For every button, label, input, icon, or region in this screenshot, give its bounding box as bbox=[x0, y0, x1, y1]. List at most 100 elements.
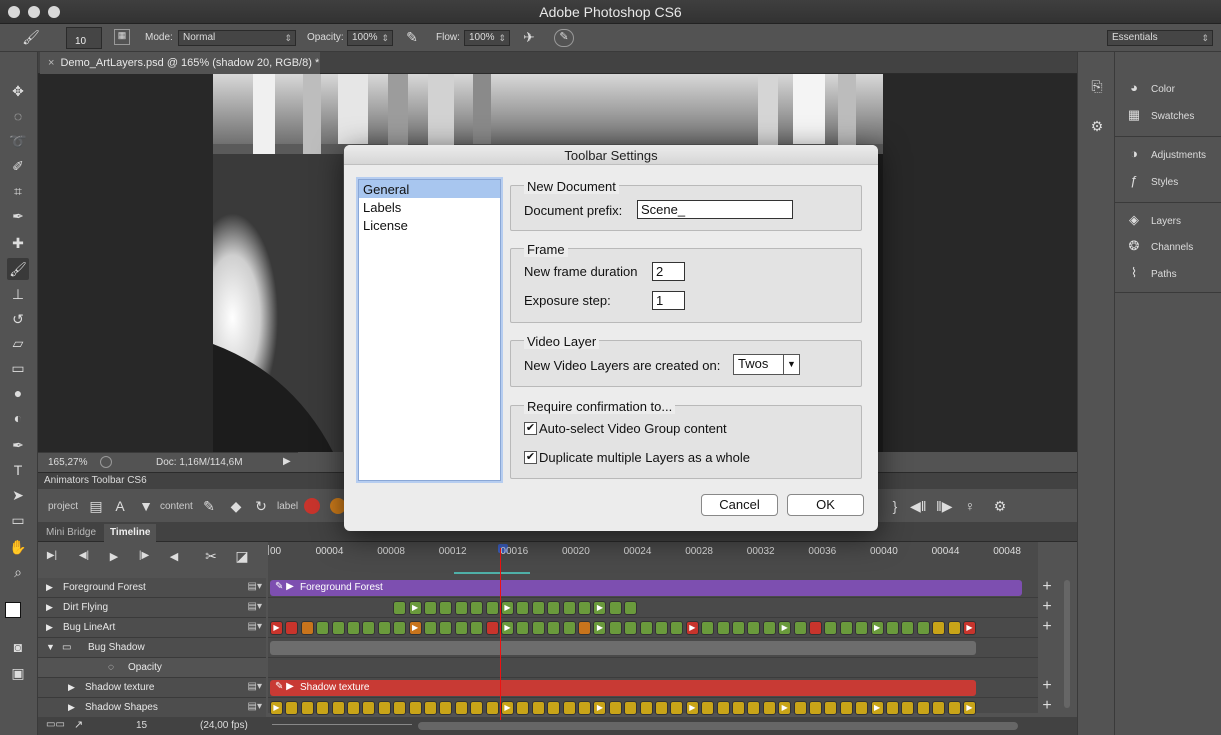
frame-cell[interactable] bbox=[578, 621, 591, 635]
nav-item-labels[interactable]: Labels bbox=[359, 198, 500, 216]
frame-cell[interactable] bbox=[516, 601, 530, 615]
pressure-size-icon[interactable]: ✎ bbox=[554, 29, 574, 47]
frame-cell[interactable]: ▶ bbox=[593, 701, 607, 715]
frame-cell[interactable] bbox=[916, 701, 930, 715]
chevron-right-icon[interactable]: ▶ bbox=[46, 582, 53, 593]
zoom-slider[interactable] bbox=[272, 719, 412, 725]
frame-cell[interactable]: ▶ bbox=[501, 701, 514, 715]
frame-cell[interactable]: ▶ bbox=[963, 701, 976, 715]
frame-cell[interactable]: ▶ bbox=[778, 621, 792, 635]
timeline-layer-row[interactable]: ▶ Dirt Flying ▤▾ bbox=[38, 598, 266, 618]
frame-cell[interactable]: ▶ bbox=[870, 701, 884, 715]
pen-tool-icon[interactable]: ✒ bbox=[7, 434, 29, 456]
timeline-track[interactable]: ▶ ▶ ▶ ▶ ▶ ▶ ▶ ▶ bbox=[268, 618, 1038, 638]
frame-cell[interactable]: ▶ bbox=[778, 701, 792, 715]
frame-cell[interactable] bbox=[916, 621, 930, 635]
vertical-scrollbar[interactable] bbox=[1064, 580, 1070, 708]
convert-arrow-icon[interactable]: ↗ bbox=[74, 718, 83, 731]
frame-cell[interactable] bbox=[762, 701, 776, 715]
frame-cell[interactable] bbox=[732, 621, 745, 635]
quick-mask-icon[interactable]: ◙ bbox=[7, 636, 29, 658]
new-document-icon[interactable]: ▤ bbox=[88, 498, 104, 515]
frame-cell[interactable] bbox=[285, 701, 299, 715]
document-prefix-input[interactable]: Scene_ bbox=[637, 200, 793, 219]
add-media-icon[interactable]: + bbox=[1040, 578, 1054, 596]
brush-panel-icon[interactable]: ▦ bbox=[114, 29, 130, 45]
frame-cell[interactable] bbox=[824, 621, 838, 635]
mode-select[interactable]: Normal bbox=[178, 30, 296, 46]
panel-channels[interactable]: ❂ Channels bbox=[1125, 238, 1221, 258]
add-media-icon[interactable]: + bbox=[1040, 598, 1054, 616]
frame-cell[interactable] bbox=[655, 701, 668, 715]
panel-styles[interactable]: ƒ Styles bbox=[1125, 173, 1221, 193]
timeline-track[interactable]: ▶ ▶ ▶ bbox=[268, 598, 1038, 618]
frame-cell[interactable]: ▶ bbox=[963, 621, 976, 635]
frame-cell[interactable] bbox=[347, 621, 360, 635]
frame-cell[interactable] bbox=[316, 621, 330, 635]
tab-timeline[interactable]: Timeline bbox=[104, 524, 157, 542]
frame-cell[interactable] bbox=[547, 601, 561, 615]
frame-cell[interactable] bbox=[377, 701, 391, 715]
frame-cell[interactable] bbox=[454, 621, 468, 635]
video-layer-select[interactable]: Twos ▼ bbox=[733, 354, 800, 375]
frame-cell[interactable]: ▶ bbox=[685, 701, 699, 715]
frame-cell[interactable] bbox=[639, 701, 653, 715]
frame-cell[interactable] bbox=[747, 701, 761, 715]
blur-tool-icon[interactable]: ● bbox=[7, 382, 29, 404]
panel-swatches[interactable]: ▦ Swatches bbox=[1125, 107, 1221, 127]
horizontal-scrollbar[interactable] bbox=[418, 722, 1018, 730]
frame-cell[interactable] bbox=[793, 621, 807, 635]
frame-cell[interactable]: ▶ bbox=[270, 621, 283, 635]
frame-cell[interactable] bbox=[839, 621, 853, 635]
frame-cell[interactable] bbox=[362, 701, 376, 715]
frame-cell[interactable] bbox=[439, 701, 453, 715]
render-video-icon[interactable]: ▭▭ bbox=[46, 719, 65, 730]
frame-cell[interactable] bbox=[824, 701, 838, 715]
stopwatch-icon[interactable]: ◌ bbox=[108, 662, 114, 673]
group-bar[interactable] bbox=[270, 641, 976, 655]
step-back-icon[interactable]: ◀‖ bbox=[910, 498, 927, 515]
frame-cell[interactable] bbox=[947, 621, 961, 635]
frame-cell[interactable] bbox=[716, 701, 730, 715]
brush-preset-picker[interactable]: 10 bbox=[66, 27, 102, 49]
next-frame-icon[interactable]: |▶ bbox=[136, 550, 152, 561]
film-strip-icon[interactable]: ▤▾ bbox=[248, 681, 262, 692]
frame-cell[interactable] bbox=[762, 621, 776, 635]
frame-cell[interactable] bbox=[901, 621, 915, 635]
frame-cell[interactable] bbox=[747, 621, 761, 635]
clone-stamp-tool-icon[interactable]: ⊥ bbox=[7, 283, 29, 305]
frame-cell[interactable] bbox=[347, 701, 360, 715]
brush-tool-icon[interactable]: 🖌 bbox=[20, 29, 42, 46]
frame-cell[interactable] bbox=[454, 601, 468, 615]
frame-cell[interactable]: ▶ bbox=[501, 601, 514, 615]
timeline-layer-row[interactable]: ▶ Shadow texture ▤▾ bbox=[38, 678, 266, 698]
frame-cell[interactable]: ▶ bbox=[408, 601, 422, 615]
frame-cell[interactable] bbox=[809, 701, 822, 715]
bookmark-icon[interactable]: ▼ bbox=[138, 498, 154, 514]
frame-cell[interactable] bbox=[393, 701, 407, 715]
frame-cell[interactable] bbox=[439, 601, 453, 615]
step-forward-icon[interactable]: ‖▶ bbox=[936, 498, 953, 515]
frame-cell[interactable]: ▶ bbox=[593, 621, 607, 635]
chevron-right-icon[interactable]: ▶ bbox=[46, 602, 53, 613]
frame-cell[interactable] bbox=[331, 621, 345, 635]
frame-cell[interactable] bbox=[408, 701, 422, 715]
chevron-right-icon[interactable]: ▶ bbox=[46, 622, 53, 633]
frame-cell[interactable] bbox=[316, 701, 330, 715]
frame-cell[interactable] bbox=[809, 621, 822, 635]
move-tool-icon[interactable]: ✥ bbox=[7, 80, 29, 102]
path-select-tool-icon[interactable]: ➤ bbox=[7, 484, 29, 506]
frame-cell[interactable] bbox=[562, 701, 576, 715]
panel-color[interactable]: ◕ Color bbox=[1125, 80, 1221, 100]
work-area-bar[interactable] bbox=[454, 572, 530, 574]
pressure-opacity-icon[interactable]: ✎ bbox=[403, 29, 421, 46]
add-media-icon[interactable]: + bbox=[1040, 697, 1054, 715]
split-scissors-icon[interactable]: ✂ bbox=[202, 548, 220, 565]
frame-cell[interactable]: ▶ bbox=[870, 621, 884, 635]
flow-input[interactable]: 100% bbox=[464, 30, 510, 46]
frame-cell[interactable] bbox=[608, 601, 622, 615]
frame-cell[interactable] bbox=[547, 701, 561, 715]
frame-cell[interactable] bbox=[470, 601, 484, 615]
frame-cell[interactable] bbox=[732, 701, 745, 715]
zoom-level[interactable]: 165,27% bbox=[48, 457, 87, 468]
